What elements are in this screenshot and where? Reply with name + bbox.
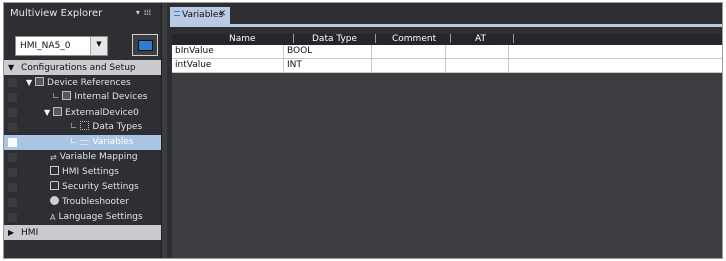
tree-item-label: Internal Devices — [74, 92, 148, 102]
tree-item-label: Language Settings — [58, 212, 143, 222]
variables-grid: Name | Data Type | Comment | AT | bInVal… — [172, 34, 722, 258]
gutter-marker — [8, 78, 17, 87]
multiview-explorer-panel: Multiview Explorer ▾𝍖 HMI_NA5_0 ▼ ▼ Conf… — [4, 3, 161, 258]
dropdown-arrow-icon[interactable]: ▾ — [136, 8, 144, 17]
tab-variables[interactable]: Variables ✕ — [170, 7, 230, 24]
tree-item-label: Device References — [47, 78, 131, 88]
gutter-marker — [8, 153, 17, 162]
tree-item-security-settings[interactable]: Security Settings — [4, 180, 161, 195]
tree-item-label: HMI — [21, 228, 39, 238]
app-window: Multiview Explorer ▾𝍖 HMI_NA5_0 ▼ ▼ Conf… — [3, 2, 723, 259]
tree-item-hmi-settings[interactable]: HMI Settings — [4, 165, 161, 180]
device-screen-button[interactable] — [132, 34, 158, 56]
cell-data-type[interactable]: BOOL — [284, 45, 372, 58]
column-separator: | — [512, 34, 516, 44]
data-types-icon — [80, 121, 90, 130]
chevron-down-icon[interactable]: ▼ — [90, 37, 107, 55]
gutter-marker — [8, 93, 17, 102]
expand-triangle-icon[interactable]: ▶ — [8, 228, 14, 237]
variables-icon — [80, 140, 90, 145]
device-select-value: HMI_NA5_0 — [20, 41, 71, 51]
tree-item-troubleshooter[interactable]: Troubleshooter — [4, 195, 161, 210]
tree-item-variable-mapping[interactable]: ⇄ Variable Mapping — [4, 150, 161, 165]
cell-comment[interactable] — [372, 45, 446, 58]
troubleshooter-icon — [50, 196, 59, 205]
cell-at[interactable] — [446, 59, 509, 72]
tree-item-label: Data Types — [92, 122, 143, 132]
tree-item-label: Variable Mapping — [59, 152, 138, 162]
editor-panel: Variables ✕ Name | Data Type | Comment |… — [167, 3, 722, 258]
tree-item-label: Troubleshooter — [62, 197, 129, 207]
tree-item-language-settings[interactable]: A Language Settings — [4, 210, 161, 225]
hmi-settings-icon — [50, 166, 59, 175]
gutter-marker — [8, 183, 17, 192]
row-extension — [509, 45, 722, 59]
gutter-marker — [8, 168, 17, 177]
table-row[interactable]: intValue INT — [172, 59, 722, 73]
language-icon: A — [50, 213, 56, 222]
grid-header: Name | Data Type | Comment | AT | — [172, 34, 722, 45]
variable-mapping-icon: ⇄ — [50, 153, 57, 162]
tree-item-device-references[interactable]: ▼ Device References — [4, 75, 161, 90]
cell-name[interactable]: bInValue — [172, 45, 284, 58]
security-icon — [50, 181, 59, 190]
close-icon[interactable]: ✕ — [218, 9, 226, 19]
explorer-title: Multiview Explorer — [10, 8, 103, 19]
column-header-at[interactable]: AT — [475, 34, 486, 45]
tree-item-data-types[interactable]: ∟ Data Types — [4, 120, 161, 135]
gutter-marker — [8, 123, 17, 132]
tree-item-variables[interactable]: ∟ Variables — [4, 135, 161, 150]
collapse-triangle-icon[interactable]: ▼ — [26, 78, 32, 87]
explorer-header: Multiview Explorer ▾𝍖 — [4, 3, 161, 25]
device-references-icon — [35, 77, 45, 86]
cell-at[interactable] — [446, 45, 509, 58]
tab-strip-accent — [170, 24, 722, 27]
device-select[interactable]: HMI_NA5_0 ▼ — [15, 36, 108, 56]
cell-data-type[interactable]: INT — [284, 59, 372, 72]
tree-item-configurations-and-setup[interactable]: ▼ Configurations and Setup — [4, 60, 161, 75]
cell-name[interactable]: intValue — [172, 59, 284, 72]
tree-item-internal-devices[interactable]: ∟ Internal Devices — [4, 90, 161, 105]
tree-item-label: Variables — [92, 137, 134, 147]
gutter-marker — [8, 138, 17, 147]
hmi-screen-icon — [138, 40, 153, 51]
tree-item-label: ExternalDevice0 — [65, 108, 139, 118]
gutter-marker — [8, 213, 17, 222]
gutter-marker — [8, 198, 17, 207]
collapse-triangle-icon[interactable]: ▼ — [8, 63, 14, 72]
explorer-tree: ▼ Configurations and Setup ▼ Device Refe… — [4, 60, 161, 240]
table-row[interactable]: bInValue BOOL — [172, 45, 722, 59]
cell-comment[interactable] — [372, 59, 446, 72]
collapse-triangle-icon[interactable]: ▼ — [44, 108, 50, 117]
column-header-name[interactable]: Name — [229, 34, 256, 45]
column-separator: | — [449, 34, 453, 44]
internal-device-icon — [62, 91, 72, 100]
column-separator: | — [374, 34, 378, 44]
tab-label: Variables — [182, 10, 224, 20]
column-header-data-type[interactable]: Data Type — [312, 34, 357, 45]
tree-item-label: HMI Settings — [62, 167, 119, 177]
panel-controls: ▾𝍖 — [136, 8, 155, 17]
pin-icon[interactable]: 𝍖 — [144, 8, 155, 17]
tree-item-label: Configurations and Setup — [21, 63, 136, 73]
row-extension — [509, 59, 722, 73]
tree-item-label: Security Settings — [62, 182, 139, 192]
column-separator: | — [292, 34, 296, 44]
column-header-comment[interactable]: Comment — [392, 34, 436, 45]
variables-icon — [174, 11, 180, 16]
gutter-marker — [8, 108, 17, 117]
tree-item-externaldevice0[interactable]: ▼ ExternalDevice0 — [4, 105, 161, 120]
tree-item-hmi[interactable]: ▶ HMI — [4, 225, 161, 240]
external-device-icon — [53, 107, 63, 116]
